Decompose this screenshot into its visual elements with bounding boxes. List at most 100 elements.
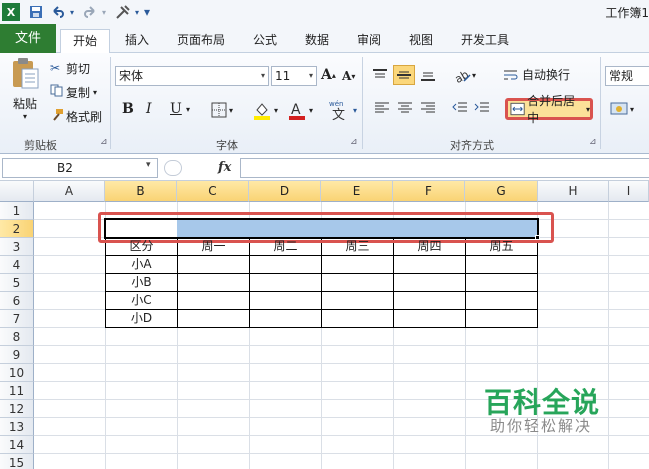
row-header-9[interactable]: 9: [0, 346, 34, 364]
formula-input[interactable]: [240, 158, 649, 178]
italic-icon[interactable]: I: [146, 101, 152, 117]
row-header-8[interactable]: 8: [0, 328, 34, 346]
increase-indent-icon[interactable]: [474, 101, 490, 115]
ribbon-tabs: 开始 插入 页面布局 公式 数据 审阅 视图 开发工具: [0, 24, 649, 54]
wrap-text-icon: [504, 70, 518, 79]
tab-insert[interactable]: 插入: [116, 29, 158, 53]
row-header-15[interactable]: 15: [0, 454, 34, 469]
phonetic-guide-icon[interactable]: wén 文 ▾: [327, 98, 357, 122]
font-color-icon[interactable]: A ▾: [287, 100, 313, 120]
copy-icon: [50, 84, 66, 100]
font-size-dropdown-icon: ▾: [308, 71, 313, 80]
row-header-1[interactable]: 1: [0, 202, 34, 220]
tab-data[interactable]: 数据: [296, 29, 338, 53]
redo-dropdown-icon[interactable]: ▾: [100, 3, 108, 21]
font-dialog-launcher-icon[interactable]: ⊿: [350, 137, 358, 147]
row-header-13[interactable]: 13: [0, 418, 34, 436]
align-top-icon[interactable]: [372, 68, 388, 82]
row-header-5[interactable]: 5: [0, 274, 34, 292]
row-header-14[interactable]: 14: [0, 436, 34, 454]
cell-b5[interactable]: 小B: [106, 274, 177, 291]
font-name-combo[interactable]: 宋体 ▾: [115, 66, 269, 86]
cell-b4[interactable]: 小A: [106, 256, 177, 273]
format-painter-button[interactable]: 格式刷: [50, 107, 102, 125]
row-header-6[interactable]: 6: [0, 292, 34, 310]
window-title: 工作簿1: [605, 6, 649, 20]
align-right-icon[interactable]: [420, 101, 436, 115]
cell-b3[interactable]: 区分: [106, 238, 177, 255]
formula-bar: B2 ▾ fx: [0, 155, 649, 181]
fill-color-icon[interactable]: ▾: [252, 100, 278, 120]
copy-button[interactable]: 复制 ▾: [50, 83, 97, 101]
orientation-icon[interactable]: ab ▾: [452, 66, 476, 84]
align-middle-icon[interactable]: [393, 65, 415, 85]
tab-view[interactable]: 视图: [400, 29, 442, 53]
alignment-dialog-launcher-icon[interactable]: ⊿: [589, 137, 597, 147]
row-header-12[interactable]: 12: [0, 400, 34, 418]
borders-icon[interactable]: ▾: [211, 102, 233, 118]
row-header-11[interactable]: 11: [0, 382, 34, 400]
name-box[interactable]: B2: [2, 158, 158, 178]
name-box-dropdown-icon[interactable]: ▾: [146, 160, 151, 170]
merge-dropdown-icon: ▾: [585, 104, 590, 114]
tab-formulas[interactable]: 公式: [244, 29, 286, 53]
column-header-a[interactable]: A: [34, 181, 105, 202]
cell-g3[interactable]: 周五: [466, 238, 537, 255]
merge-center-button[interactable]: 合并后居中 ▾: [505, 94, 593, 125]
row-header-10[interactable]: 10: [0, 364, 34, 382]
select-all-corner[interactable]: [0, 181, 34, 202]
row-header-4[interactable]: 4: [0, 256, 34, 274]
decrease-indent-icon[interactable]: [452, 101, 468, 115]
row-header-3[interactable]: 3: [0, 238, 34, 256]
cell-f3[interactable]: 周四: [394, 238, 465, 255]
tab-home[interactable]: 开始: [60, 29, 110, 54]
column-header-c[interactable]: C: [177, 181, 249, 202]
cell-b7[interactable]: 小D: [106, 310, 177, 327]
customize-qat-icon[interactable]: ▾: [142, 3, 152, 21]
tab-page-layout[interactable]: 页面布局: [168, 29, 234, 53]
column-header-b[interactable]: B: [105, 181, 177, 202]
svg-text:文: 文: [332, 108, 345, 122]
number-format-combo[interactable]: 常规: [605, 66, 649, 86]
formula-bar-splitter[interactable]: [164, 160, 182, 176]
grow-font-icon[interactable]: A ▴: [321, 67, 336, 83]
accounting-format-icon[interactable]: ▾: [610, 100, 634, 118]
redo-icon[interactable]: [82, 3, 98, 21]
cell-d3[interactable]: 周二: [250, 238, 321, 255]
cell-e3[interactable]: 周三: [322, 238, 393, 255]
tools-icon[interactable]: [114, 3, 132, 21]
clipboard-dialog-launcher-icon[interactable]: ⊿: [100, 137, 108, 147]
paste-button[interactable]: 粘贴 ▾: [8, 57, 42, 127]
cut-button[interactable]: ✂ 剪切: [50, 59, 90, 77]
column-header-i[interactable]: I: [609, 181, 649, 202]
column-header-f[interactable]: F: [393, 181, 465, 202]
wrap-text-button[interactable]: 自动换行: [503, 66, 570, 83]
align-bottom-icon[interactable]: [420, 68, 436, 82]
undo-dropdown-icon[interactable]: ▾: [68, 3, 76, 21]
cell-c3[interactable]: 周一: [178, 238, 249, 255]
column-header-e[interactable]: E: [321, 181, 393, 202]
shrink-font-icon[interactable]: A ▾: [342, 69, 355, 83]
save-icon[interactable]: [28, 3, 44, 21]
align-left-icon[interactable]: [374, 101, 390, 115]
bold-icon[interactable]: B: [122, 101, 134, 117]
font-size-combo[interactable]: 11 ▾: [271, 66, 317, 86]
merge-cells-icon: [510, 102, 525, 116]
row-header-2[interactable]: 2: [0, 220, 34, 238]
underline-dropdown-icon[interactable]: ▾: [186, 105, 190, 114]
column-header-d[interactable]: D: [249, 181, 321, 202]
insert-function-icon[interactable]: fx: [218, 160, 231, 175]
tab-review[interactable]: 审阅: [348, 29, 390, 53]
group-separator: [600, 57, 601, 149]
row-header-7[interactable]: 7: [0, 310, 34, 328]
column-header-h[interactable]: H: [538, 181, 609, 202]
align-center-icon[interactable]: [397, 101, 413, 115]
tab-developer[interactable]: 开发工具: [452, 29, 518, 53]
tab-file[interactable]: 文件: [0, 24, 56, 53]
tools-dropdown-icon[interactable]: ▾: [133, 3, 141, 21]
underline-icon[interactable]: U: [170, 101, 182, 117]
column-header-g[interactable]: G: [465, 181, 538, 202]
cell-b6[interactable]: 小C: [106, 292, 177, 309]
copy-dropdown-icon: ▾: [93, 87, 98, 97]
undo-icon[interactable]: [50, 3, 66, 21]
